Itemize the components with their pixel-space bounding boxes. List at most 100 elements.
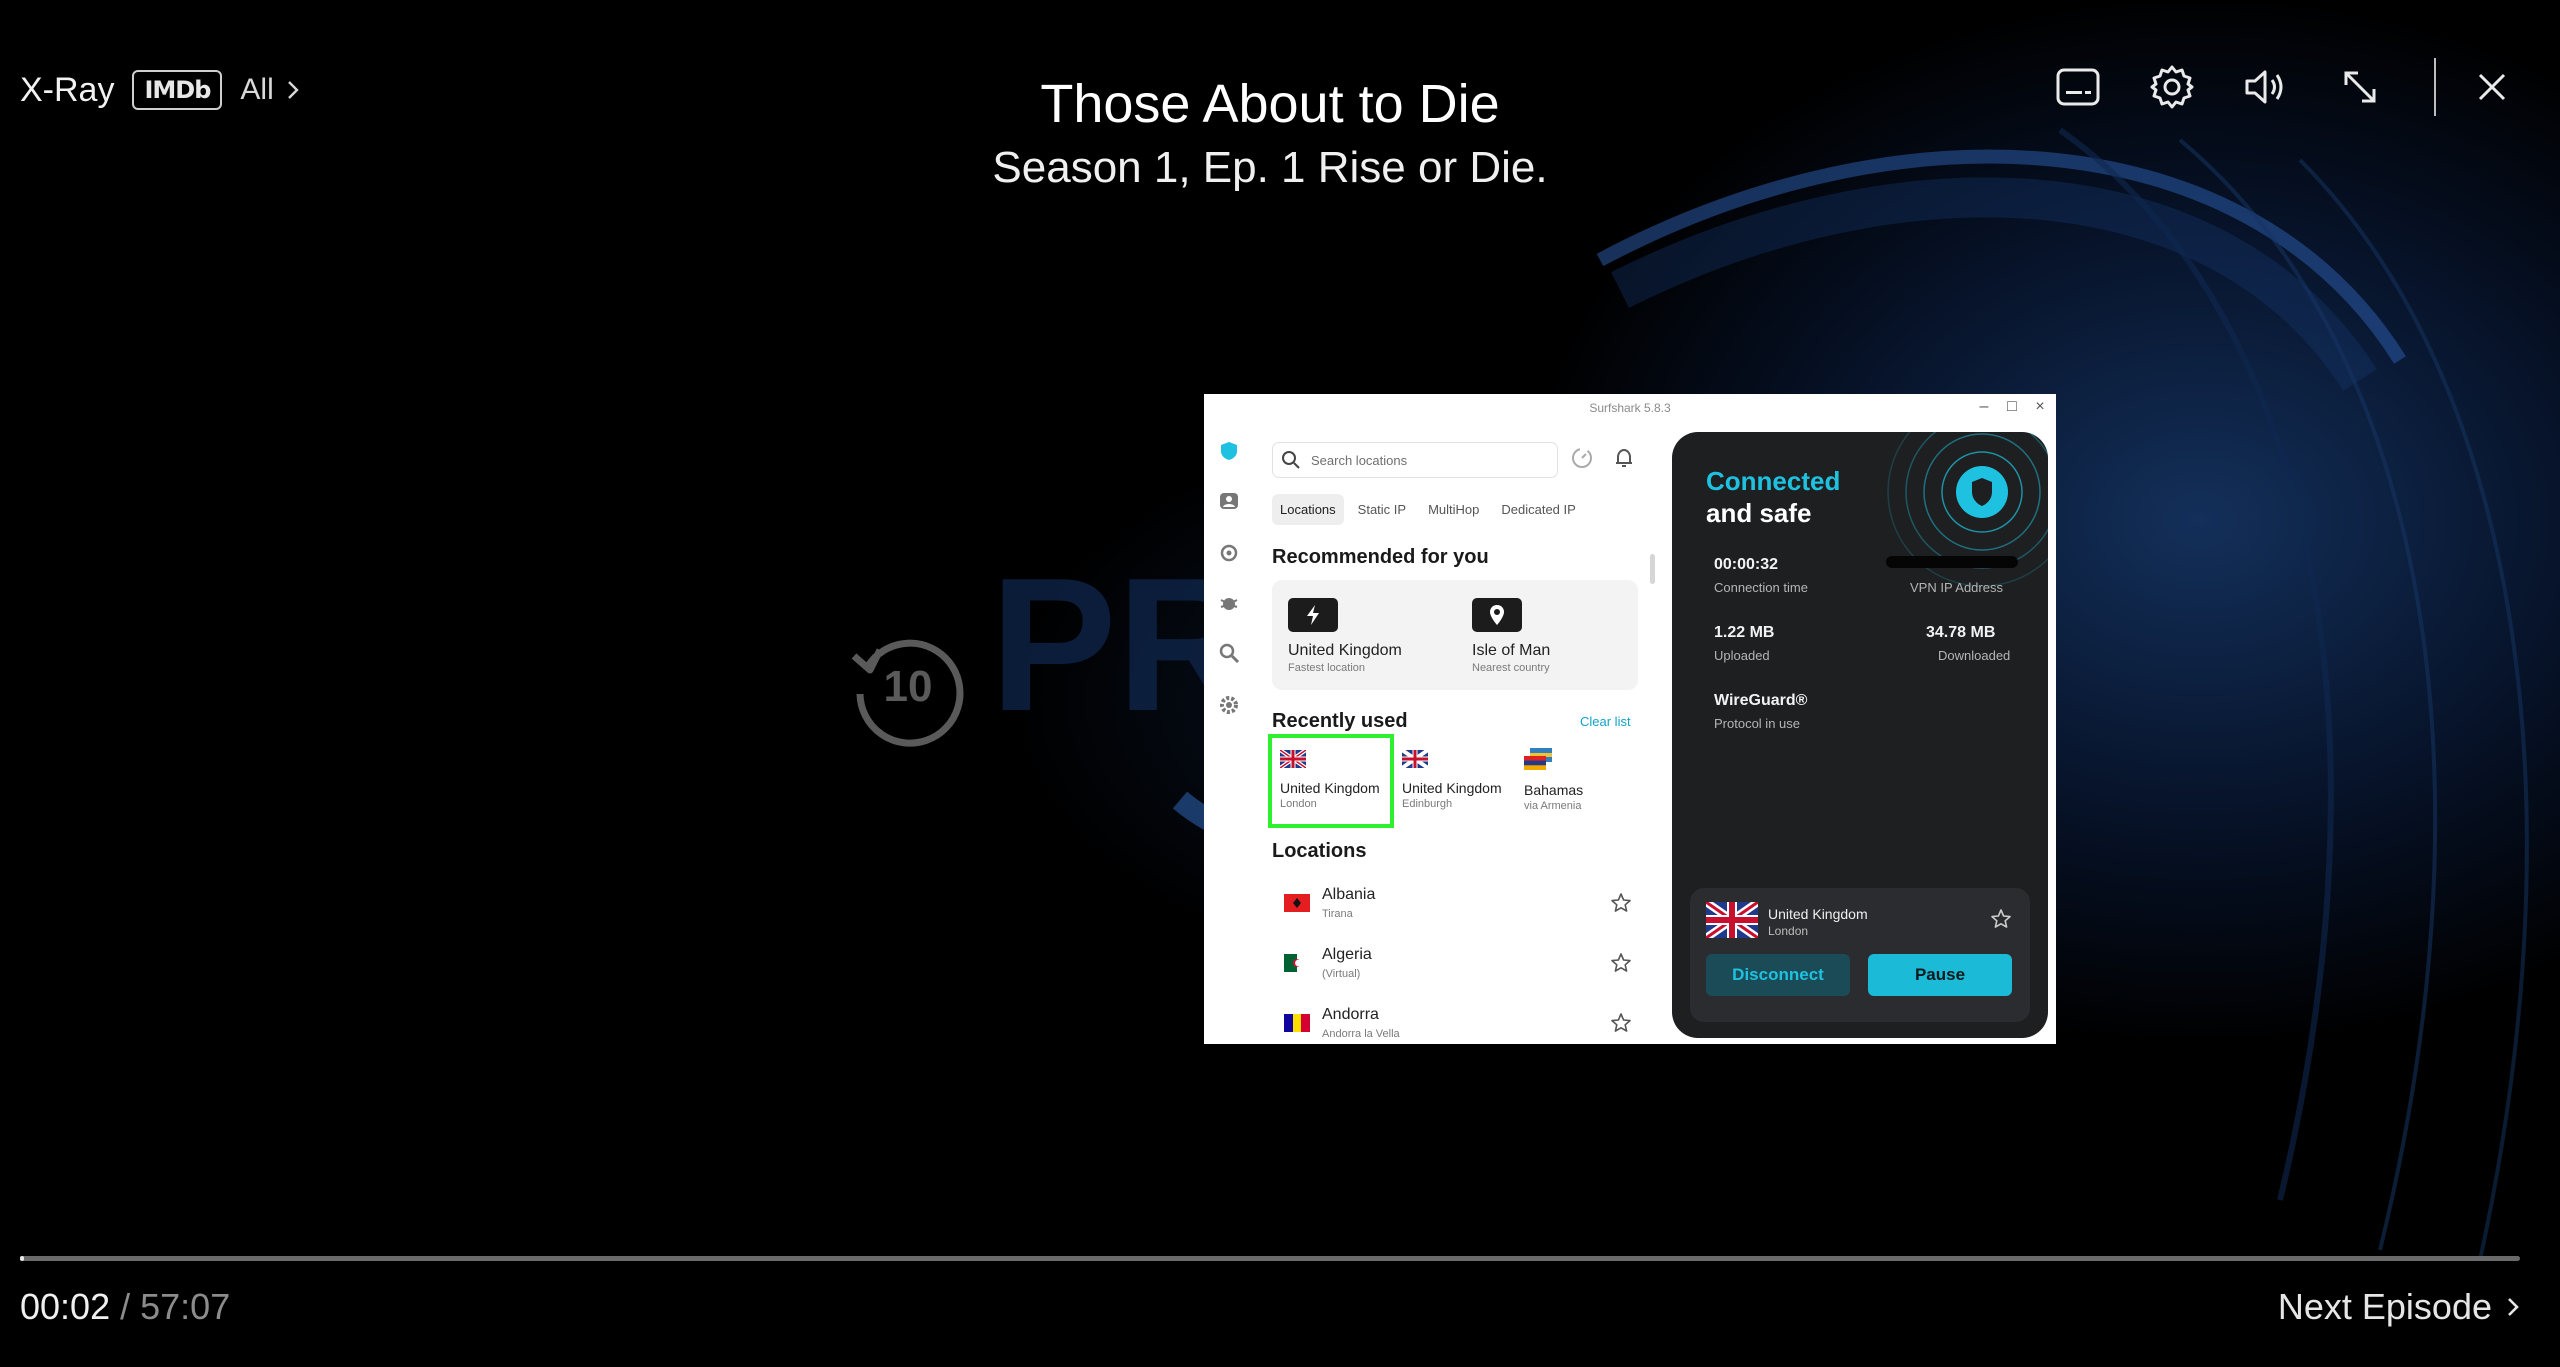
vpn-ip-label: VPN IP Address [1910, 580, 2003, 595]
ip-address-redacted [1886, 556, 2018, 568]
volume-icon [2245, 70, 2283, 104]
search-icon [1282, 451, 1300, 469]
close-button[interactable] [2464, 59, 2520, 115]
settings-icon[interactable] [1218, 694, 1240, 716]
multihop-flag-icon [1524, 748, 1552, 770]
recommended-box: United Kingdom Fastest location Isle of … [1272, 580, 1638, 690]
uk-flag-icon [1706, 902, 1758, 938]
star-icon[interactable] [1610, 1012, 1632, 1034]
tab-locations[interactable]: Locations [1272, 494, 1344, 525]
settings-button[interactable] [2144, 59, 2200, 115]
volume-button[interactable] [2238, 59, 2294, 115]
pin-icon [1472, 598, 1522, 632]
bug-icon[interactable] [1218, 592, 1240, 614]
protocol-value: WireGuard® [1714, 692, 1808, 709]
player-controls-top [2012, 58, 2520, 116]
recent-item[interactable]: Bahamas via Armenia [1516, 734, 1634, 820]
seek-bar[interactable] [20, 1256, 2520, 1261]
location-row[interactable]: Algeria (Virtual) [1280, 942, 1650, 992]
recommended-heading: Recommended for you [1272, 546, 1489, 568]
fullscreen-button[interactable] [2332, 59, 2388, 115]
location-row[interactable]: Albania Tirana [1280, 882, 1650, 932]
search-placeholder: Search locations [1311, 452, 1408, 468]
person-icon[interactable] [1218, 490, 1240, 512]
connected-rings-icon [1887, 432, 2048, 587]
lightning-icon [1288, 598, 1338, 632]
close-icon [2478, 73, 2506, 101]
total-time: 57:07 [140, 1286, 231, 1327]
location-sub: Tirana [1322, 908, 1353, 920]
uk-flag-icon [1402, 750, 1428, 768]
star-icon[interactable] [1610, 952, 1632, 974]
current-location-card: United Kingdom London Disconnect Pause [1690, 888, 2030, 1022]
connected-city: London [1768, 924, 1809, 938]
gear-icon [2150, 65, 2194, 109]
pause-button[interactable]: Pause [1868, 954, 2012, 996]
subtitles-button[interactable] [2050, 59, 2106, 115]
next-episode-label: Next Episode [2277, 1286, 2492, 1327]
window-title: Surfshark 5.8.3 [1589, 401, 1671, 415]
protocol-label: Protocol in use [1714, 716, 1800, 731]
location-name: Albania [1322, 886, 1376, 903]
algeria-flag-icon [1284, 954, 1310, 972]
status-connected: Connected [1706, 466, 1841, 496]
playback-time: 00:02 / 57:07 [20, 1286, 230, 1328]
uploaded-value: 1.22 MB [1714, 624, 1775, 641]
recently-used-heading: Recently used [1272, 710, 1408, 732]
location-tabs: Locations Static IP MultiHop Dedicated I… [1272, 494, 1584, 525]
tab-dedicated-ip[interactable]: Dedicated IP [1493, 494, 1583, 525]
seek-bar-progress [20, 1256, 24, 1261]
recent-name: United Kingdom [1280, 780, 1380, 796]
current-time: 00:02 [20, 1286, 111, 1327]
connection-time-label: Connection time [1714, 580, 1808, 595]
search-scan-icon[interactable] [1218, 642, 1240, 664]
recent-item[interactable]: United Kingdom Edinburgh [1394, 734, 1512, 820]
disconnect-button[interactable]: Disconnect [1706, 954, 1850, 996]
minimize-button[interactable]: – [1972, 398, 1996, 416]
divider [2434, 58, 2436, 116]
uk-flag-icon [1280, 750, 1306, 768]
albania-flag-icon [1284, 894, 1310, 912]
recommended-name: United Kingdom [1288, 642, 1402, 659]
vpn-app-window[interactable]: Surfshark 5.8.3 – □ × Search locations L… [1204, 394, 2056, 1044]
search-locations-input[interactable]: Search locations [1272, 442, 1558, 478]
star-icon[interactable] [1610, 892, 1632, 914]
rewind-seconds: 10 [883, 662, 933, 711]
downloaded-label: Downloaded [1938, 648, 2011, 663]
uploaded-label: Uploaded [1714, 648, 1770, 663]
speed-icon[interactable] [1570, 446, 1594, 470]
maximize-button[interactable]: □ [2000, 398, 2024, 416]
recent-sub: London [1280, 798, 1317, 810]
recent-sub: via Armenia [1524, 800, 1582, 812]
andorra-flag-icon [1284, 1014, 1310, 1032]
star-icon[interactable] [1990, 908, 2012, 930]
rewind-10-button[interactable]: 10 [846, 626, 970, 750]
shield-icon[interactable] [1218, 440, 1240, 462]
chevron-right-icon [2508, 1298, 2519, 1316]
subtitles-icon [2056, 68, 2100, 106]
recent-name: United Kingdom [1402, 780, 1502, 796]
connected-country: United Kingdom [1768, 906, 1868, 922]
recommended-nearest[interactable]: Isle of Man Nearest country [1472, 598, 1550, 674]
locations-heading: Locations [1272, 840, 1367, 862]
location-row[interactable]: Andorra Andorra la Vella [1280, 1002, 1650, 1044]
window-close-button[interactable]: × [2028, 398, 2052, 416]
location-sub: (Virtual) [1322, 968, 1361, 980]
vpn-sidebar [1204, 422, 1254, 1044]
tab-multihop[interactable]: MultiHop [1420, 494, 1487, 525]
recommended-sub: Nearest country [1472, 662, 1550, 674]
recent-name: Bahamas [1524, 782, 1584, 798]
downloaded-value: 34.78 MB [1926, 624, 1996, 641]
recent-item[interactable]: United Kingdom London [1268, 734, 1394, 828]
recommended-name: Isle of Man [1472, 642, 1551, 659]
bell-icon[interactable] [1612, 446, 1636, 470]
tab-static-ip[interactable]: Static IP [1350, 494, 1414, 525]
list-scrollbar[interactable] [1650, 554, 1655, 584]
next-episode-button[interactable]: Next Episode [2278, 1286, 2520, 1328]
clear-list-link[interactable]: Clear list [1580, 714, 1631, 729]
location-name: Algeria [1322, 946, 1372, 963]
recommended-fastest[interactable]: United Kingdom Fastest location [1288, 598, 1402, 674]
alert-icon[interactable] [1218, 542, 1240, 564]
episode-title: Season 1, Ep. 1 Rise or Die. [992, 143, 1548, 192]
fullscreen-icon [2344, 71, 2376, 103]
